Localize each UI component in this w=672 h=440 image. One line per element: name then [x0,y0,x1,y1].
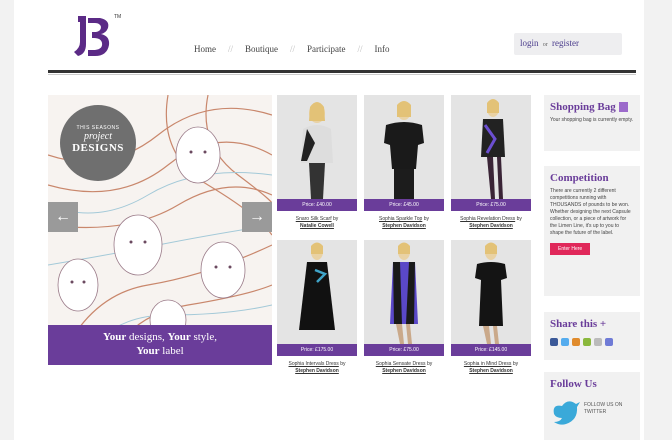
competition-panel: Competition There are currently 2 differ… [544,166,640,296]
slider-next-arrow-icon[interactable]: → [242,202,272,232]
header-divider-thin [48,74,636,75]
login-link[interactable]: login [520,38,539,48]
product-price: Price: £145.00 [451,344,531,356]
product-designer-link[interactable]: Stephen Davidson [382,223,426,229]
login-box: login or register [514,33,622,55]
product-designer-link[interactable]: Stephen Davidson [295,368,339,374]
shopping-bag-text: Your shopping bag is currently empty. [550,117,634,123]
product-designer-link[interactable]: Stephen Davidson [382,368,426,374]
shopping-bag-icon [618,102,628,113]
product-photo[interactable] [277,95,357,199]
rss-icon[interactable] [572,338,580,346]
product-card[interactable]: Price: £175.00 Sophia Intervals Dress by… [277,240,357,375]
product-caption: Sophia Intervals Dress by Stephen Davids… [277,361,357,375]
product-price: Price: £75.00 [364,344,444,356]
product-card[interactable]: Price: £75.00 Sophia Revelation Dress by… [451,95,531,230]
product-card[interactable]: Price: £145.00 Sophia in Mind Dress by S… [451,240,531,375]
facebook-icon[interactable] [550,338,558,346]
product-caption: Sophia Sensate Dress by Stephen Davidson [364,361,444,375]
product-card[interactable]: Price: £40.00 Snaro Silk Scarf by Natali… [277,95,357,230]
caption-label: label [159,345,184,357]
nav-separator: // [228,44,234,54]
product-name-link[interactable]: Sophia in Mind Dress [464,361,512,367]
site-logo[interactable]: TM [70,14,122,62]
share-icons [550,338,634,346]
nav-info[interactable]: Info [375,44,390,54]
enter-here-button[interactable]: Enter Here [550,243,591,255]
slider-prev-arrow-icon[interactable]: ← [48,202,78,232]
follow-panel: Follow Us FOLLOW US ON TWITTER [544,372,640,440]
product-designer-link[interactable]: Stephen Davidson [469,368,513,374]
product-name-link[interactable]: Sophia Revelation Dress [460,216,515,222]
product-name-link[interactable]: Sophia Sparkle Top [379,216,422,222]
twitter-bird-icon [553,401,580,425]
caption-style: style, [190,331,217,343]
share-more-icon[interactable] [605,338,613,346]
by-text: by [512,361,519,367]
nav-separator: // [290,44,296,54]
product-designer-link[interactable]: Natalie Cowell [300,223,334,229]
by-text: by [332,216,339,222]
email-icon[interactable] [594,338,602,346]
product-photo[interactable] [364,240,444,344]
by-text: by [516,216,522,222]
register-link[interactable]: register [552,38,579,48]
nav-home[interactable]: Home [194,44,216,54]
bookmark-icon[interactable] [583,338,591,346]
follow-title: Follow Us [550,378,597,390]
competition-title: Competition [550,172,609,184]
product-caption: Sophia in Mind Dress by Stephen Davidson [451,361,531,375]
product-photo[interactable] [277,240,357,344]
hero-slider[interactable]: THIS SEASONS project DESIGNS ← → Your de… [48,95,272,365]
product-photo[interactable] [364,95,444,199]
shopping-bag-title[interactable]: Shopping Bag [550,101,634,113]
shopping-bag-panel: Shopping Bag Your shopping bag is curren… [544,95,640,151]
product-name-link[interactable]: Snaro Silk Scarf [296,216,332,222]
competition-text: There are currently 2 different competit… [550,188,631,236]
product-price: Price: £45.00 [364,199,444,211]
nav-separator: // [357,44,363,54]
product-designer-link[interactable]: Stephen Davidson [469,223,513,229]
twitter-follow-label: FOLLOW US ON TWITTER [584,402,623,415]
nav-participate[interactable]: Participate [307,44,345,54]
caption-your-3: Your [136,345,160,357]
product-price: Price: £75.00 [451,199,531,211]
product-card[interactable]: Price: £75.00 Sophia Sensate Dress by St… [364,240,444,375]
by-text: by [340,361,346,367]
caption-designs: designs, [126,331,168,343]
caption-your-1: Your [103,331,127,343]
product-price: Price: £175.00 [277,344,357,356]
twitter-icon[interactable] [561,338,569,346]
hero-caption: Your designs, Your style, Your label [48,325,272,365]
main-nav: Home // Boutique // Participate // Info [194,44,390,54]
login-or-text: or [542,42,548,48]
nav-boutique[interactable]: Boutique [245,44,278,54]
badge-mid-text: project [84,131,112,142]
product-caption: Sophia Revelation Dress by Stephen David… [451,216,531,230]
product-name-link[interactable]: Sophia Intervals Dress [289,361,339,367]
badge-bottom-text: DESIGNS [72,142,124,154]
trademark-mark: TM [114,14,122,20]
share-panel: Share this + [544,312,640,360]
hero-badge: THIS SEASONS project DESIGNS [60,105,136,181]
shopping-bag-title-text: Shopping Bag [550,101,616,113]
product-name-link[interactable]: Sophia Sensate Dress [376,361,426,367]
by-text: by [423,216,429,222]
by-text: by [426,361,433,367]
caption-your-2: Your [167,331,191,343]
product-photo[interactable] [451,95,531,199]
product-photo[interactable] [451,240,531,344]
product-caption: Sophia Sparkle Top by Stephen Davidson [364,216,444,230]
twitter-follow-widget[interactable]: FOLLOW US ON TWITTER [550,396,634,436]
page: TM Home // Boutique // Participate // In… [14,0,644,440]
share-title: Share this + [550,318,607,330]
product-caption: Snaro Silk Scarf by Natalie Cowell [277,216,357,230]
header-divider [48,70,636,73]
product-card[interactable]: Price: £45.00 Sophia Sparkle Top by Step… [364,95,444,230]
product-price: Price: £40.00 [277,199,357,211]
